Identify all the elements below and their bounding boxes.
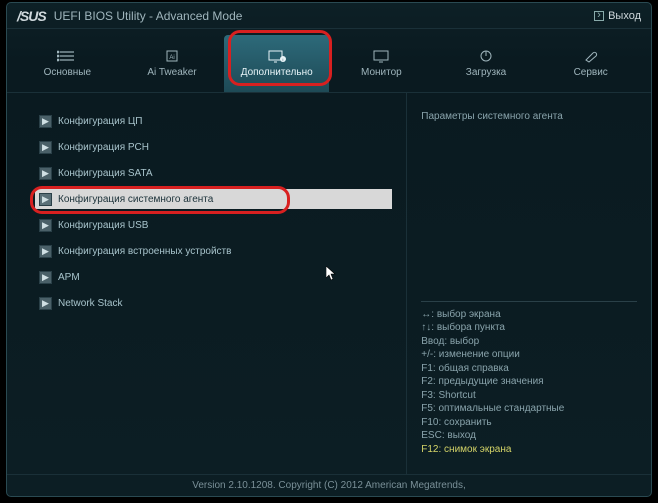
chevron-right-icon: ▶ (39, 141, 52, 154)
tab-label: Сервис (574, 67, 608, 78)
menu-item-label: Конфигурация ЦП (58, 116, 142, 127)
tab-bar: Основные Ai Ai Tweaker i Дополнительно М… (7, 29, 651, 93)
chevron-right-icon: ▶ (39, 271, 52, 284)
menu-item-label: Конфигурация USB (58, 220, 148, 231)
tab-label: Основные (44, 67, 91, 78)
chevron-right-icon: ▶ (39, 167, 52, 180)
help-line: ↑↓: выбора пункта (421, 321, 637, 335)
footer: Version 2.10.1208. Copyright (C) 2012 Am… (7, 474, 651, 496)
svg-text:i: i (282, 57, 283, 62)
tab-main[interactable]: Основные (15, 35, 120, 92)
titlebar: /SUS UEFI BIOS Utility - Advanced Mode В… (7, 3, 651, 29)
wrench-icon (581, 49, 601, 63)
help-line: Ввод: выбор (421, 335, 637, 349)
chevron-right-icon: ▶ (39, 115, 52, 128)
tab-tools[interactable]: Сервис (538, 35, 643, 92)
svg-text:Ai: Ai (169, 55, 174, 61)
exit-label: Выход (608, 10, 641, 22)
chip-icon: Ai (162, 49, 182, 63)
menu-item-label: Network Stack (58, 298, 122, 309)
menu-item-system-agent-config[interactable]: ▶ Конфигурация системного агента (35, 189, 392, 209)
menu-item-label: Конфигурация встроенных устройств (58, 246, 231, 257)
exit-icon (594, 11, 604, 21)
chevron-right-icon: ▶ (39, 219, 52, 232)
exit-button[interactable]: Выход (594, 10, 641, 22)
tab-monitor[interactable]: Монитор (329, 35, 434, 92)
menu-item-onboard-devices-config[interactable]: ▶ Конфигурация встроенных устройств (35, 241, 392, 261)
tab-boot[interactable]: Загрузка (434, 35, 539, 92)
help-line: F2: предыдущие значения (421, 375, 637, 389)
help-line: F10: сохранить (421, 416, 637, 430)
menu-item-label: APM (58, 272, 80, 283)
side-panel: Параметры системного агента ↔: выбор экр… (406, 93, 651, 474)
help-line: F5: оптимальные стандартные (421, 402, 637, 416)
chevron-right-icon: ▶ (39, 245, 52, 258)
tab-label: Ai Tweaker (147, 67, 196, 78)
menu-item-sata-config[interactable]: ▶ Конфигурация SATA (35, 163, 392, 183)
side-panel-title: Параметры системного агента (421, 111, 637, 122)
footer-text: Version 2.10.1208. Copyright (C) 2012 Am… (192, 480, 466, 491)
help-line: +/-: изменение опции (421, 348, 637, 362)
tab-advanced[interactable]: i Дополнительно (224, 35, 329, 92)
help-line: F1: общая справка (421, 362, 637, 376)
menu-item-usb-config[interactable]: ▶ Конфигурация USB (35, 215, 392, 235)
chevron-right-icon: ▶ (39, 193, 52, 206)
menu-item-network-stack[interactable]: ▶ Network Stack (35, 293, 392, 313)
tab-label: Загрузка (466, 67, 506, 78)
tab-label: Монитор (361, 67, 402, 78)
menu-item-label: Конфигурация PCH (58, 142, 149, 153)
chevron-right-icon: ▶ (39, 297, 52, 310)
monitor-info-icon: i (267, 49, 287, 63)
menu-item-label: Конфигурация SATA (58, 168, 153, 179)
menu-item-apm[interactable]: ▶ APM (35, 267, 392, 287)
help-line: ESC: выход (421, 429, 637, 443)
brand-logo: /SUS (17, 8, 46, 24)
menu-item-label: Конфигурация системного агента (58, 194, 213, 205)
menu-panel: ▶ Конфигурация ЦП ▶ Конфигурация PCH ▶ К… (7, 93, 406, 474)
tab-label: Дополнительно (241, 67, 313, 78)
list-icon (57, 49, 77, 63)
help-line: F3: Shortcut (421, 389, 637, 403)
monitor-icon (371, 49, 391, 63)
help-block: ↔: выбор экрана↑↓: выбора пунктаВвод: вы… (421, 301, 637, 457)
power-icon (476, 49, 496, 63)
help-line: ↔: выбор экрана (421, 308, 637, 322)
menu-item-cpu-config[interactable]: ▶ Конфигурация ЦП (35, 111, 392, 131)
help-line: F12: снимок экрана (421, 443, 637, 457)
menu-item-pch-config[interactable]: ▶ Конфигурация PCH (35, 137, 392, 157)
tab-ai-tweaker[interactable]: Ai Ai Tweaker (120, 35, 225, 92)
page-title: UEFI BIOS Utility - Advanced Mode (54, 9, 243, 23)
